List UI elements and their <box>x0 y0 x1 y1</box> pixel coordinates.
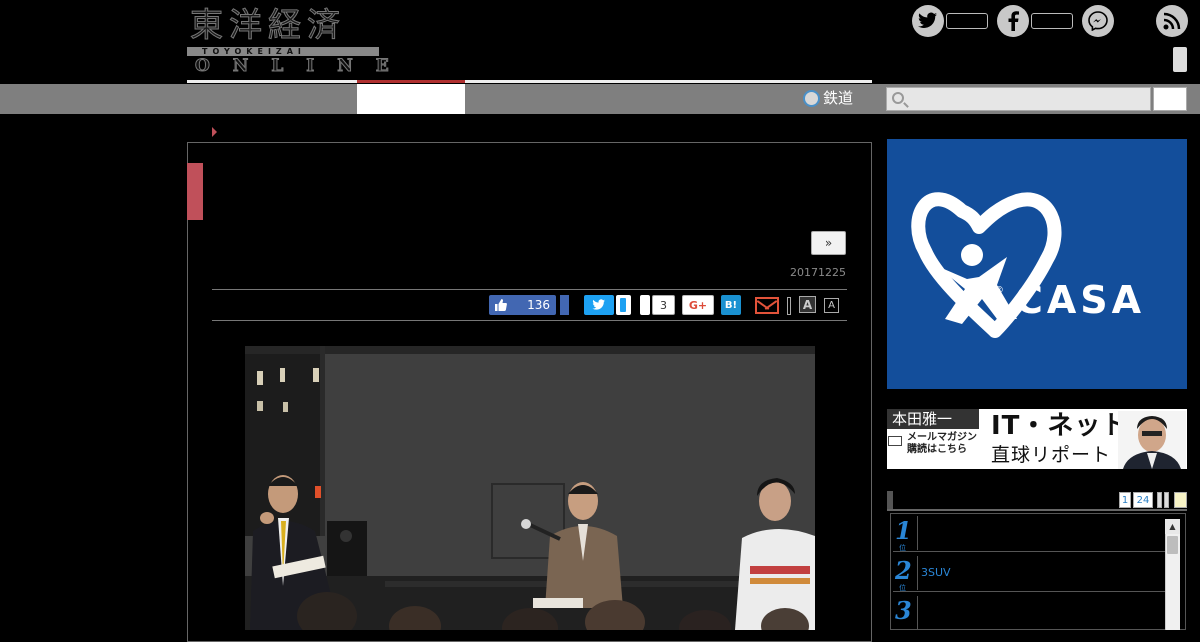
ranking-header-rule <box>887 509 1187 511</box>
rss-icon[interactable] <box>1156 5 1188 37</box>
ranking-suffix: 位 <box>899 544 906 552</box>
pocket-count: 3 <box>652 295 675 315</box>
train-icon <box>803 89 820 107</box>
article-photo <box>245 346 815 630</box>
banner-title-line2: 直球リポート <box>991 444 1112 466</box>
ranking-item[interactable]: 2 位 3SUV <box>893 554 1166 592</box>
tweet-button[interactable] <box>584 295 614 315</box>
facebook-like-button[interactable]: 136 <box>489 295 556 315</box>
thumbs-up-icon <box>495 299 507 311</box>
banner-title-line1: IT・ネット <box>991 411 1129 441</box>
messenger-icon[interactable] <box>1082 5 1114 37</box>
banner-author: 本田雅一 <box>887 409 979 429</box>
author-photo <box>1118 411 1186 469</box>
banner-mail-line1: メールマガジン <box>907 432 977 443</box>
font-size-large-button[interactable]: A <box>799 296 816 313</box>
share-bar-bottom-rule <box>212 320 847 321</box>
banner-mail-text: メールマガジン 購読はこちら <box>893 432 977 456</box>
site-logo[interactable]: 東洋経済 TOYOKEIZAI ONLINE <box>187 5 389 77</box>
it-net-newsletter-banner[interactable]: 本田雅一 メールマガジン 購読はこちら IT・ネット 直球リポート <box>887 409 1187 469</box>
logo-kanji: 東洋経済 <box>190 5 346 44</box>
ranking-list: 1 位 2 位 3SUV 3 <box>890 513 1186 630</box>
facebook-icon[interactable] <box>997 5 1029 37</box>
ranking-divider <box>917 516 918 550</box>
nav-active-indicator <box>357 80 465 83</box>
search-input[interactable] <box>886 87 1151 111</box>
search-button[interactable] <box>1153 87 1187 111</box>
scrollbar-thumb[interactable] <box>1167 536 1178 554</box>
facebook-share-button[interactable] <box>560 295 569 315</box>
nav-top-strip <box>187 80 872 83</box>
hatena-bookmark-button[interactable]: B! <box>721 295 741 315</box>
nav-item-rail[interactable]: 鉄道 <box>803 88 853 108</box>
share-bar-top-rule <box>212 289 847 290</box>
publish-date: 20171225 <box>790 266 846 279</box>
print-button[interactable] <box>787 297 791 315</box>
ranking-number: 3 <box>895 596 912 625</box>
ranking-tab-3[interactable] <box>1157 492 1162 508</box>
casa-ad-banner[interactable] <box>887 139 1187 389</box>
breadcrumb-arrow-icon <box>212 127 217 137</box>
ranking-header-marker <box>887 491 893 509</box>
ranking-number: 1 <box>895 516 912 545</box>
twitter-follower-count <box>946 13 988 29</box>
nav-item-rail-label: 鉄道 <box>823 89 854 107</box>
logo-online: ONLINE <box>195 56 412 77</box>
next-page-button[interactable]: » <box>811 231 846 255</box>
ranking-number: 2 <box>895 556 912 585</box>
google-plus-button[interactable]: G+ <box>682 295 714 315</box>
casa-wordmark: CASA <box>1015 278 1146 322</box>
nav-tab-active[interactable] <box>357 84 465 114</box>
search-icon <box>892 92 904 104</box>
scroll-up-arrow-icon[interactable]: ▲ <box>1165 519 1180 534</box>
ranking-title[interactable]: 3SUV <box>921 566 951 579</box>
tweet-count-marker <box>620 298 626 312</box>
ranking-tab-24[interactable]: 24 <box>1133 492 1153 508</box>
twitter-bird-icon <box>592 299 605 310</box>
ranking-tab-4[interactable] <box>1164 492 1169 508</box>
casa-registered-mark: ® <box>994 285 1004 296</box>
facebook-like-count <box>1031 13 1073 29</box>
ranking-tab-1[interactable]: 1 <box>1119 492 1131 508</box>
article-title-accent <box>187 163 203 220</box>
banner-mail-line2: 購読はこちら <box>907 444 967 455</box>
header-menu-button[interactable] <box>1173 47 1187 72</box>
font-size-small-button[interactable]: A <box>824 298 839 313</box>
pocket-button[interactable] <box>640 295 650 315</box>
ranking-item[interactable]: 1 位 <box>893 514 1166 552</box>
ranking-divider <box>917 556 918 590</box>
ranking-item[interactable]: 3 <box>893 594 1166 629</box>
mail-icon[interactable] <box>755 297 779 314</box>
facebook-like-count: 136 <box>527 298 550 312</box>
ranking-tab-5[interactable] <box>1174 492 1187 508</box>
twitter-icon[interactable] <box>912 5 944 37</box>
ranking-divider <box>917 596 918 629</box>
ranking-suffix: 位 <box>899 584 906 592</box>
